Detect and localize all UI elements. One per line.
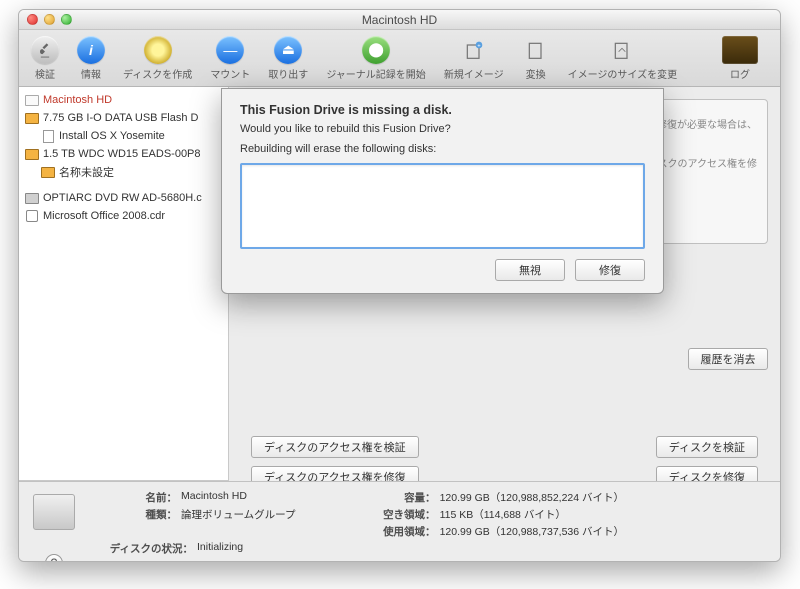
status-value: Initializing [197, 541, 243, 556]
hd-icon [25, 93, 39, 107]
sidebar-item-install-osx[interactable]: Install OS X Yosemite [19, 127, 228, 145]
used-value: 120.99 GB（120,988,737,536 バイト） [440, 524, 624, 539]
burn-icon [144, 36, 172, 64]
toolbar-label: 検証 [35, 66, 55, 81]
sidebar-item-label: 7.75 GB I-O DATA USB Flash D [43, 112, 198, 124]
disk-utility-window: Macintosh HD 検証 i 情報 ディスクを作成 — マウント ⏏ 取り… [18, 9, 781, 562]
dialog-question: Would you like to rebuild this Fusion Dr… [240, 123, 645, 135]
capacity-label: 容量： [346, 490, 436, 505]
sidebar-item-label: Microsoft Office 2008.cdr [43, 210, 165, 222]
hd-icon [41, 165, 55, 179]
sidebar-item-ms-office[interactable]: Microsoft Office 2008.cdr [19, 207, 228, 225]
toolbar-label: ログ [730, 66, 750, 81]
free-label: 空き領域： [346, 507, 436, 522]
sidebar-item-label: OPTIARC DVD RW AD-5680H.c [43, 192, 202, 204]
name-label: 名前： [87, 490, 177, 505]
toolbar-label: ジャーナル記録を開始 [326, 66, 426, 81]
convert-icon [522, 36, 550, 64]
toolbar-label: 変換 [526, 66, 546, 81]
toolbar-label: 新規イメージ [444, 66, 504, 81]
mount-icon: — [216, 36, 244, 64]
toolbar-label: ディスクを作成 [123, 66, 192, 81]
doc-icon [41, 129, 55, 143]
sidebar-item-label: 名称未設定 [59, 164, 114, 180]
resize-icon [608, 36, 636, 64]
dialog-disk-list[interactable] [240, 163, 645, 249]
dialog-title: This Fusion Drive is missing a disk. [240, 103, 645, 117]
toolbar-eject[interactable]: ⏏ 取り出す [264, 34, 312, 83]
repair-disk-button[interactable]: ディスクを修復 [656, 466, 758, 481]
close-button[interactable] [27, 14, 38, 25]
toolbar-new-image[interactable]: + 新規イメージ [440, 34, 508, 83]
type-value: 論理ボリュームグループ [181, 507, 296, 522]
hd-icon [25, 147, 39, 161]
toolbar-label: 情報 [81, 66, 101, 81]
sidebar-item-usb-flash[interactable]: 7.75 GB I-O DATA USB Flash D [19, 109, 228, 127]
svg-text:+: + [477, 43, 481, 49]
toolbar-journal[interactable]: ⬤ ジャーナル記録を開始 [322, 34, 430, 83]
hd-icon [25, 111, 39, 125]
zoom-button[interactable] [61, 14, 72, 25]
toolbar: 検証 i 情報 ディスクを作成 — マウント ⏏ 取り出す ⬤ ジャーナル記録を… [19, 30, 780, 87]
sidebar-item-untitled[interactable]: 名称未設定 [19, 163, 228, 181]
capacity-value: 120.99 GB（120,988,852,224 バイト） [440, 490, 624, 505]
used-label: 使用領域： [346, 524, 436, 539]
optical-icon [25, 191, 39, 205]
dialog-warning: Rebuilding will erase the following disk… [240, 143, 645, 155]
verify-permissions-button[interactable]: ディスクのアクセス権を検証 [251, 436, 419, 458]
toolbar-label: 取り出す [268, 66, 308, 81]
sidebar-item-label: Install OS X Yosemite [59, 130, 165, 142]
toolbar-verify[interactable]: 検証 [27, 34, 63, 83]
log-icon [722, 36, 758, 64]
fusion-drive-dialog: This Fusion Drive is missing a disk. Wou… [221, 88, 664, 294]
dialog-repair-button[interactable]: 修復 [575, 259, 645, 281]
info-icon: i [77, 36, 105, 64]
eject-icon: ⏏ [274, 36, 302, 64]
titlebar: Macintosh HD [19, 10, 780, 30]
clear-history-button[interactable]: 履歴を消去 [688, 348, 768, 370]
sidebar-item-macintosh-hd[interactable]: Macintosh HD [19, 91, 228, 109]
toolbar-label: イメージのサイズを変更 [568, 66, 678, 81]
drive-icon [33, 494, 75, 530]
traffic-lights [27, 14, 72, 25]
toolbar-burn[interactable]: ディスクを作成 [119, 34, 196, 83]
verify-disk-button[interactable]: ディスクを検証 [656, 436, 758, 458]
toolbar-convert[interactable]: 変換 [518, 34, 554, 83]
microscope-icon [31, 36, 59, 64]
sidebar-item-label: 1.5 TB WDC WD15 EADS-00P8 [43, 148, 201, 160]
status-label: ディスクの状況： [87, 541, 193, 556]
toolbar-mount[interactable]: — マウント [206, 34, 254, 83]
type-label: 種類： [87, 507, 177, 522]
dmg-icon [25, 209, 39, 223]
sidebar: Macintosh HD 7.75 GB I-O DATA USB Flash … [19, 87, 229, 481]
repair-permissions-button[interactable]: ディスクのアクセス権を修復 [251, 466, 419, 481]
sidebar-item-optiarc[interactable]: OPTIARC DVD RW AD-5680H.c [19, 189, 228, 207]
dialog-ignore-button[interactable]: 無視 [495, 259, 565, 281]
footer-info: ? 名前： Macintosh HD 種類： 論理ボリュームグループ 容量： 120.… [19, 481, 780, 561]
toolbar-info[interactable]: i 情報 [73, 34, 109, 83]
journal-icon: ⬤ [362, 36, 390, 64]
name-value: Macintosh HD [181, 490, 247, 505]
minimize-button[interactable] [44, 14, 55, 25]
sidebar-item-wdc[interactable]: 1.5 TB WDC WD15 EADS-00P8 [19, 145, 228, 163]
toolbar-log[interactable]: ログ [718, 34, 762, 83]
new-image-icon: + [460, 36, 488, 64]
sidebar-item-label: Macintosh HD [43, 94, 112, 106]
toolbar-label: マウント [210, 66, 250, 81]
window-title: Macintosh HD [19, 13, 780, 27]
free-value: 115 KB（114,688 バイト） [440, 507, 566, 522]
toolbar-resize-image[interactable]: イメージのサイズを変更 [564, 34, 682, 83]
help-button[interactable]: ? [45, 554, 63, 562]
